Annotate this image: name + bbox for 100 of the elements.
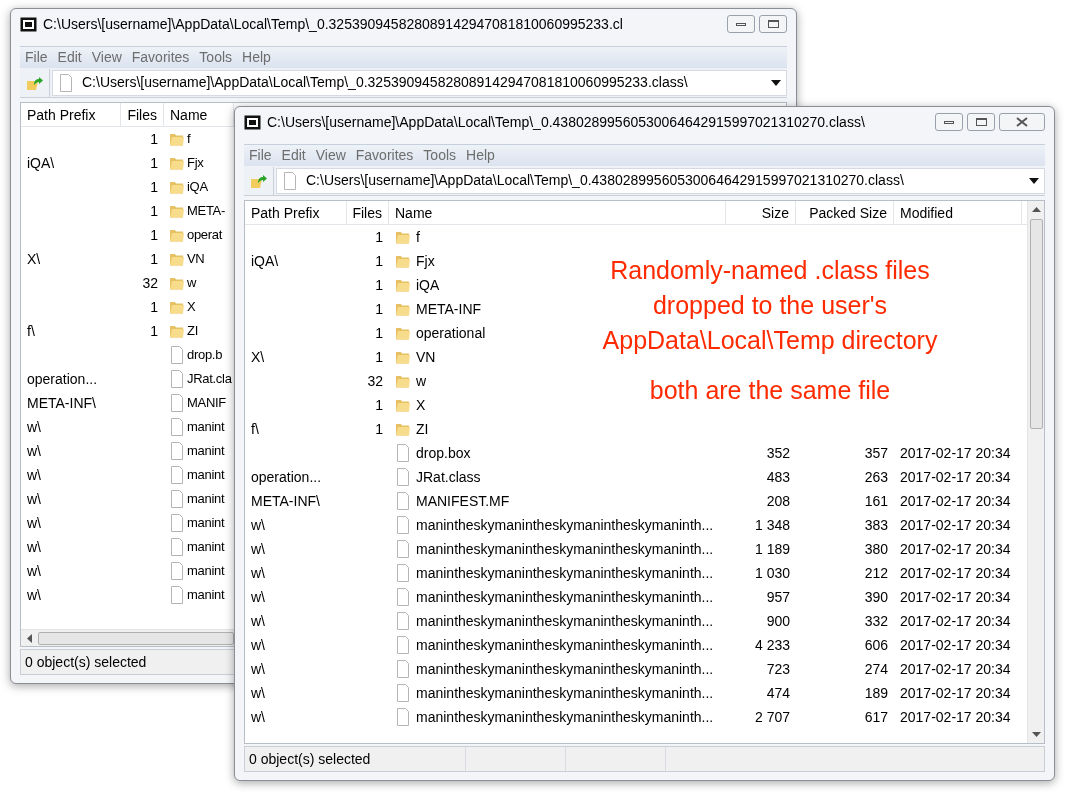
file-name[interactable]: X: [416, 394, 426, 416]
file-name[interactable]: manintheskymanintheskymanintheskymaninth...: [416, 682, 714, 704]
vertical-scrollbar[interactable]: [1027, 201, 1044, 743]
maximize-button[interactable]: [759, 15, 787, 33]
menu-item[interactable]: Tools: [418, 145, 462, 166]
table-cell-text: w\: [27, 513, 41, 533]
scroll-thumb[interactable]: [1029, 219, 1043, 429]
menu-item[interactable]: Favorites: [350, 145, 419, 166]
file-name[interactable]: manintheskymanintheskymanintheskymaninth...: [416, 586, 714, 608]
file-name[interactable]: MANIFEST.MF: [416, 490, 510, 512]
table-cell-text: 1 348: [754, 515, 790, 535]
table-cell-text: META-INF\: [27, 393, 96, 413]
file-name[interactable]: X: [187, 297, 196, 317]
file-name[interactable]: manint: [187, 537, 225, 557]
scroll-thumb[interactable]: [38, 631, 234, 645]
column-header[interactable]: Size: [726, 201, 796, 225]
table-cell-text: 474: [766, 683, 790, 703]
file-name[interactable]: ZI: [187, 321, 198, 341]
file-name[interactable]: manintheskymanintheskymanintheskymaninth...: [416, 538, 714, 560]
menu-item[interactable]: Tools: [194, 47, 238, 68]
file-name[interactable]: manint: [187, 513, 225, 533]
minimize-button[interactable]: [727, 15, 755, 33]
column-header[interactable]: Name: [389, 201, 726, 225]
table-cell-text: 2017-02-17 20:34: [900, 659, 1011, 679]
menu-item[interactable]: Edit: [52, 47, 87, 68]
table-cell-text: 1: [375, 347, 383, 367]
folder-icon: [395, 397, 411, 413]
file-name[interactable]: f: [187, 129, 191, 149]
file-name[interactable]: MANIF: [187, 393, 226, 413]
file-name[interactable]: w: [187, 273, 197, 293]
menu-item[interactable]: File: [244, 145, 277, 166]
file-name[interactable]: manint: [187, 561, 225, 581]
file-icon: [169, 346, 185, 364]
column-header[interactable]: Files: [347, 201, 389, 225]
file-name[interactable]: META-INF: [416, 298, 482, 320]
table-cell-text: 1: [150, 177, 158, 197]
table-cell-text: 1: [150, 225, 158, 245]
table-cell-text: 2017-02-17 20:34: [900, 467, 1011, 487]
table-cell-text: w\: [251, 539, 265, 559]
file-name[interactable]: manintheskymanintheskymanintheskymaninth...: [416, 634, 714, 656]
folder-icon: [395, 421, 411, 437]
file-name[interactable]: manintheskymanintheskymanintheskymaninth...: [416, 706, 714, 728]
dropdown-arrow-icon[interactable]: [771, 79, 781, 86]
file-name[interactable]: iQA: [416, 274, 440, 296]
file-name[interactable]: manintheskymanintheskymanintheskymaninth...: [416, 514, 714, 536]
table-cell-text: w\: [251, 611, 265, 631]
horizontal-scrollbar[interactable]: [21, 629, 234, 646]
status-text: 0 object(s) selected: [248, 749, 372, 769]
menu-item[interactable]: View: [86, 47, 127, 68]
file-name[interactable]: w: [416, 370, 427, 392]
minimize-button[interactable]: [935, 113, 963, 131]
file-icon: [395, 612, 411, 630]
close-button[interactable]: [999, 113, 1045, 131]
menu-item[interactable]: File: [20, 47, 53, 68]
file-name[interactable]: manintheskymanintheskymanintheskymaninth...: [416, 658, 714, 680]
maximize-button[interactable]: [967, 113, 995, 131]
file-name[interactable]: META-: [187, 201, 225, 221]
column-header[interactable]: Packed Size: [796, 201, 894, 225]
table-cell-text: 1: [375, 323, 383, 343]
file-icon: [169, 370, 185, 388]
address-field[interactable]: C:\Users\[username]\AppData\Local\Temp\_0.43802899560530064642915997021310270.class\: [276, 167, 1045, 194]
table-cell-text: f\: [27, 321, 35, 341]
column-header[interactable]: Modified: [894, 201, 1022, 225]
column-header[interactable]: Path Prefix: [21, 103, 121, 127]
dropdown-arrow-icon[interactable]: [1029, 177, 1039, 184]
file-name[interactable]: VN: [416, 346, 436, 368]
file-name[interactable]: manintheskymanintheskymanintheskymaninth...: [416, 610, 714, 632]
file-icon: [395, 684, 411, 702]
file-name[interactable]: ZI: [416, 418, 429, 440]
file-name[interactable]: manint: [187, 489, 225, 509]
menu-item[interactable]: Help: [237, 47, 276, 68]
file-icon: [169, 394, 185, 412]
column-header[interactable]: Path Prefix: [245, 201, 347, 225]
table-cell-text: w\: [27, 441, 41, 461]
file-name[interactable]: manint: [187, 441, 225, 461]
menu-item[interactable]: Edit: [276, 145, 311, 166]
menu-item[interactable]: Help: [461, 145, 500, 166]
file-name[interactable]: manintheskymanintheskymanintheskymaninth...: [416, 562, 714, 584]
address-field[interactable]: C:\Users\[username]\AppData\Local\Temp\_0.325390945828089142947081810060995233.class\: [52, 69, 787, 96]
folder-icon: [169, 251, 185, 267]
file-name[interactable]: iQA: [187, 177, 208, 197]
file-name[interactable]: VN: [187, 249, 205, 269]
file-name[interactable]: Fjx: [187, 153, 204, 173]
file-name[interactable]: drop.box: [416, 442, 471, 464]
file-name[interactable]: drop.b: [187, 345, 223, 365]
file-name[interactable]: manint: [187, 585, 225, 605]
file-name[interactable]: manint: [187, 465, 225, 485]
file-name[interactable]: JRat.cla: [187, 369, 232, 389]
column-header[interactable]: Files: [121, 103, 164, 127]
menu-item[interactable]: Favorites: [126, 47, 195, 68]
table-cell-text: 357: [864, 443, 888, 463]
table-cell-text: 380: [864, 539, 888, 559]
file-name[interactable]: Fjx: [416, 250, 435, 272]
file-name[interactable]: manint: [187, 417, 225, 437]
menu-item[interactable]: View: [310, 145, 351, 166]
table-cell-text: w\: [27, 489, 41, 509]
file-name[interactable]: JRat.class: [416, 466, 481, 488]
file-name[interactable]: operational: [416, 322, 486, 344]
table-cell-text: 2017-02-17 20:34: [900, 515, 1011, 535]
file-name[interactable]: operat: [187, 225, 223, 245]
